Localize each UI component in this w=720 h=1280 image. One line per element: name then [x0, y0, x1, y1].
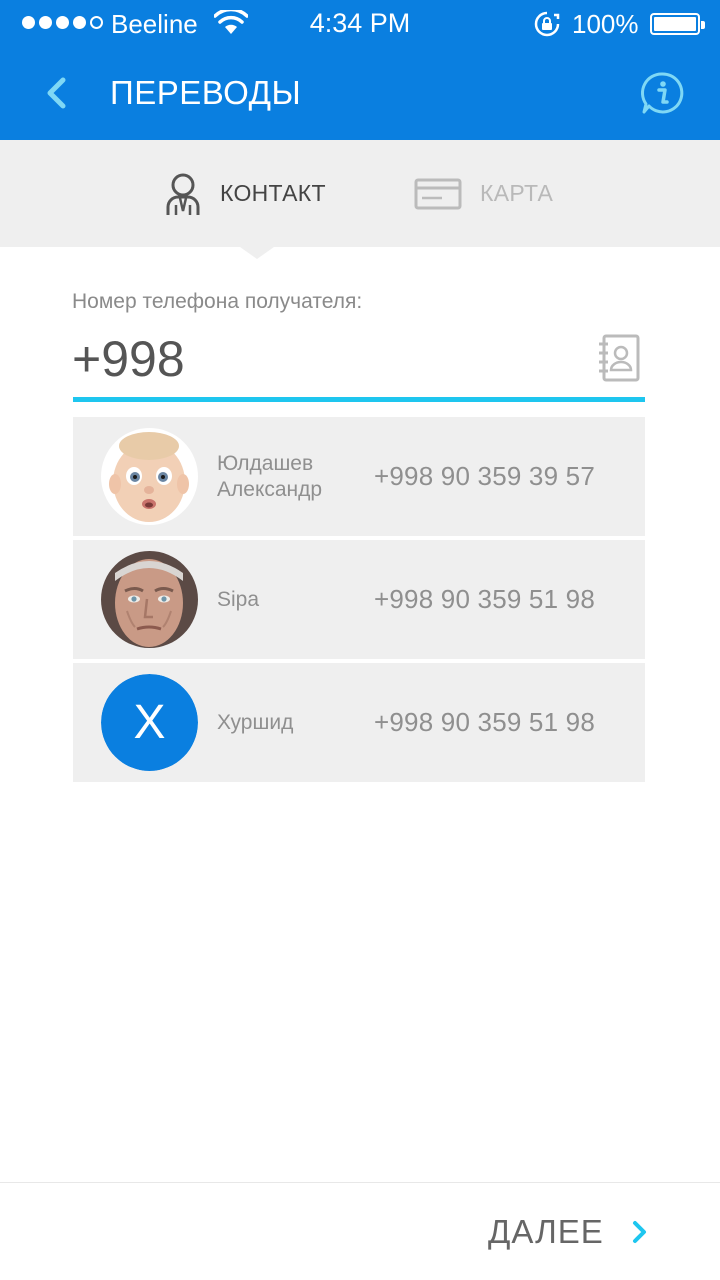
contact-row[interactable]: Sipa +998 90 359 51 98: [73, 540, 645, 659]
address-book-icon[interactable]: [596, 334, 642, 382]
page-title: ПЕРЕВОДЫ: [110, 74, 302, 111]
contact-phone: +998 90 359 51 98: [374, 584, 595, 614]
contact-list: Юлдашев Александр +998 90 359 39 57 Sipa…: [73, 417, 645, 786]
avatar-initial: X: [101, 674, 198, 771]
battery-icon: [650, 13, 705, 35]
next-button[interactable]: ДАЛЕЕ: [488, 1206, 648, 1258]
transfer-type-tabs: КОНТАКТ КАРТА: [0, 140, 720, 247]
battery-percent: 100%: [572, 9, 639, 39]
avatar: [101, 428, 198, 525]
status-bar: Beeline 4:34 PM 100%: [0, 0, 720, 48]
footer-divider: [0, 1182, 720, 1183]
contact-phone: +998 90 359 39 57: [374, 461, 595, 491]
next-label: ДАЛЕЕ: [488, 1213, 604, 1250]
chevron-right-icon: [632, 1221, 646, 1243]
contact-row[interactable]: Юлдашев Александр +998 90 359 39 57: [73, 417, 645, 536]
active-tab-pointer: [240, 247, 274, 259]
phone-input-underline: [73, 397, 645, 402]
info-icon[interactable]: [640, 71, 684, 115]
chevron-left-icon: [47, 77, 66, 109]
back-button[interactable]: [34, 68, 78, 118]
contact-row[interactable]: X Хуршид +998 90 359 51 98: [73, 663, 645, 782]
card-icon: [414, 178, 462, 209]
person-icon: [166, 173, 200, 215]
phone-input[interactable]: [72, 328, 582, 390]
phone-field-label: Номер телефона получателя:: [72, 290, 363, 313]
tab-contact-label: КОНТАКТ: [220, 180, 326, 206]
avatar: X: [101, 674, 198, 771]
tab-contact[interactable]: КОНТАКТ: [164, 140, 326, 247]
contact-name: Sipa: [217, 587, 260, 611]
contact-name: Хуршид: [217, 710, 294, 734]
tab-card[interactable]: КАРТА: [414, 140, 553, 247]
contact-phone: +998 90 359 51 98: [374, 707, 595, 737]
contact-name: Юлдашев Александр: [217, 451, 323, 501]
avatar: [101, 551, 198, 648]
tab-card-label: КАРТА: [480, 180, 554, 206]
app-header: Beeline 4:34 PM 100% ПЕРЕВОДЫ: [0, 0, 720, 140]
rotation-lock-icon: [534, 11, 560, 37]
